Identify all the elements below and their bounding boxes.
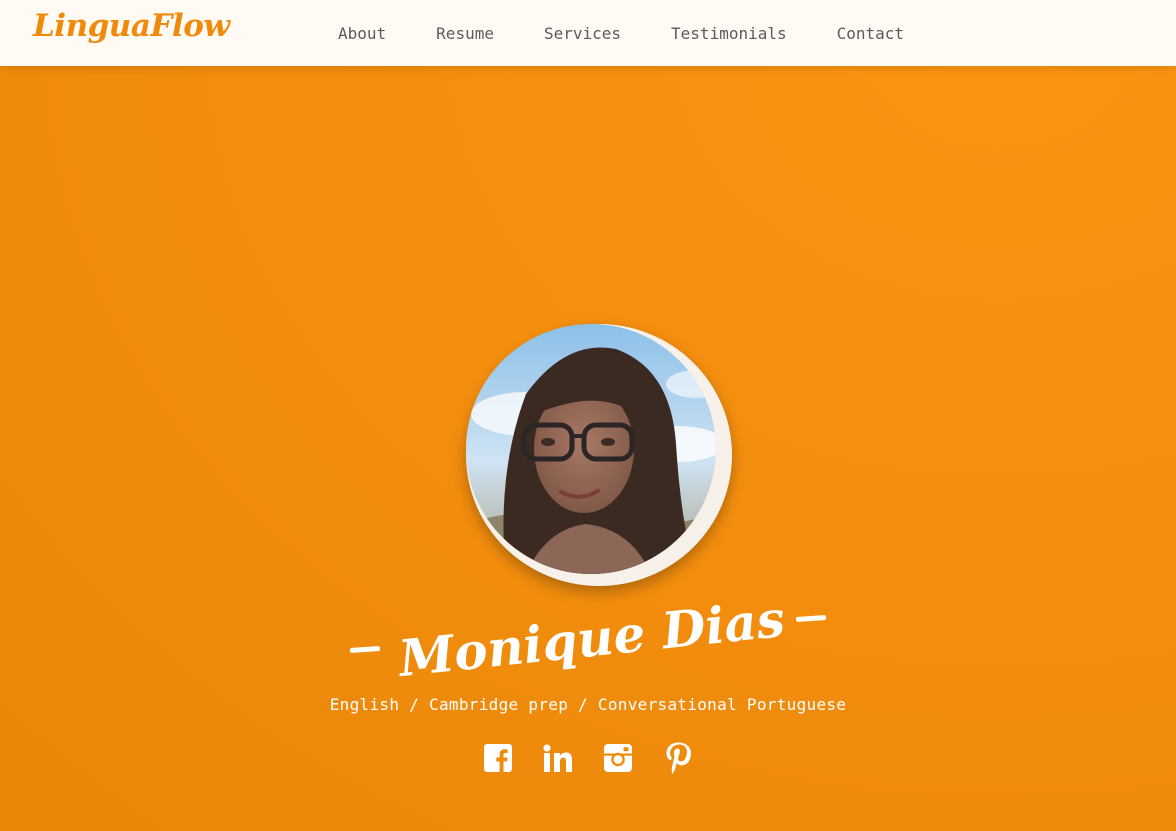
hero-section: Monique Dias English / Cambridge prep / … <box>0 66 1176 831</box>
name-decoration-left <box>350 645 381 653</box>
site-header: LinguaFlow About Resume Services Testimo… <box>0 0 1176 66</box>
nav-link-resume[interactable]: Resume <box>411 24 519 43</box>
profile-photo <box>466 324 716 574</box>
nav-link-about[interactable]: About <box>313 24 411 43</box>
name-decoration-right <box>795 614 826 622</box>
nav-link-testimonials[interactable]: Testimonials <box>646 24 812 43</box>
nav-link-services[interactable]: Services <box>519 24 646 43</box>
instagram-icon[interactable] <box>602 742 634 774</box>
hero-subtitle: English / Cambridge prep / Conversationa… <box>329 695 847 714</box>
pinterest-icon[interactable] <box>662 742 694 774</box>
facebook-icon[interactable] <box>482 742 514 774</box>
page: LinguaFlow About Resume Services Testimo… <box>0 0 1176 831</box>
main-nav: About Resume Services Testimonials Conta… <box>313 0 929 66</box>
nav-link-contact[interactable]: Contact <box>812 24 929 43</box>
social-links <box>0 742 1176 782</box>
linkedin-icon[interactable] <box>542 742 574 774</box>
hero-name-block: Monique Dias <box>0 588 1176 688</box>
logo[interactable]: LinguaFlow <box>33 8 230 44</box>
hero-name: Monique Dias <box>396 588 788 688</box>
